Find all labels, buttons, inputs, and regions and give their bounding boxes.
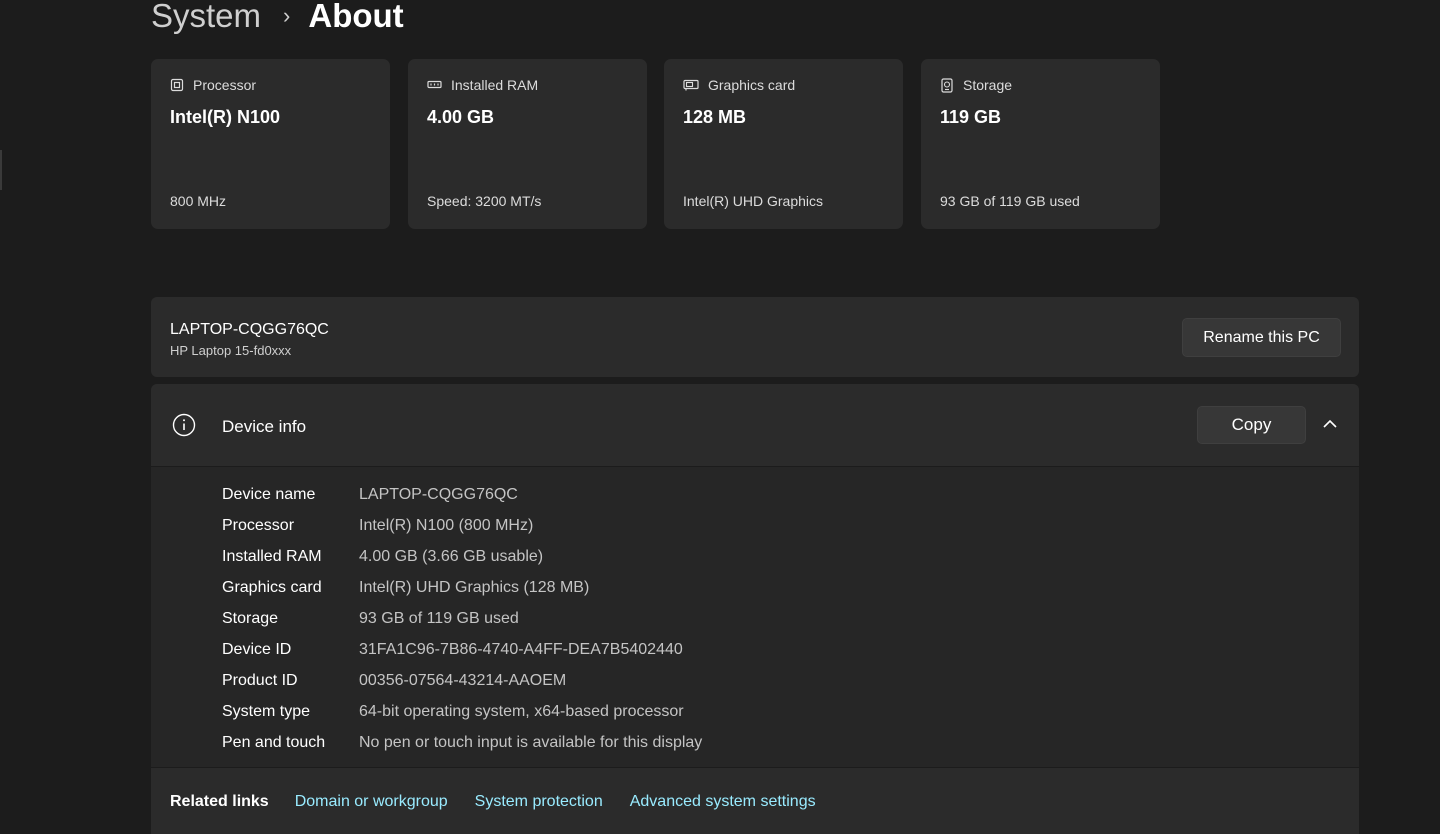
card-value: 119 GB [940, 107, 1002, 127]
chevron-up-icon[interactable] [1321, 416, 1339, 432]
settings-about-page: System › About Processor Intel(R) N100 8… [0, 0, 1440, 834]
system-protection-link[interactable]: System protection [475, 793, 603, 811]
info-label: Device ID [222, 640, 292, 658]
info-label: Graphics card [222, 578, 322, 596]
info-value: 93 GB of 119 GB used [359, 609, 519, 627]
storage-card: Storage 119 GB 93 GB of 119 GB used [921, 59, 1160, 229]
device-info-title: Device info [222, 417, 307, 436]
info-row-installed-ram: Installed RAM 4.00 GB (3.66 GB usable) [222, 541, 702, 572]
copy-button[interactable]: Copy [1197, 406, 1306, 444]
card-value: 4.00 GB [427, 107, 495, 127]
processor-icon [170, 78, 184, 92]
card-detail: Intel(R) UHD Graphics [683, 193, 824, 209]
card-header: Installed RAM [427, 77, 538, 93]
info-row-pen-and-touch: Pen and touch No pen or touch input is a… [222, 727, 702, 758]
advanced-system-settings-link[interactable]: Advanced system settings [630, 793, 816, 811]
ram-icon [427, 80, 442, 89]
card-detail: Speed: 3200 MT/s [427, 193, 542, 209]
window-edge [0, 150, 2, 190]
card-title: Processor [193, 77, 257, 93]
graphics-card-card: Graphics card 128 MB Intel(R) UHD Graphi… [664, 59, 903, 229]
info-row-system-type: System type 64-bit operating system, x64… [222, 696, 702, 727]
pc-model: HP Laptop 15-fd0xxx [170, 343, 292, 358]
card-header: Graphics card [683, 77, 795, 93]
info-value: 64-bit operating system, x64-based proce… [359, 702, 684, 720]
page-title: About [308, 0, 404, 34]
info-value: Intel(R) N100 (800 MHz) [359, 516, 534, 534]
domain-or-workgroup-link[interactable]: Domain or workgroup [295, 793, 448, 811]
device-info-list: Device name LAPTOP-CQGG76QC Processor In… [222, 479, 702, 758]
card-header: Storage [940, 77, 1012, 93]
related-links-label: Related links [170, 792, 269, 810]
graphics-card-icon [683, 79, 699, 91]
card-detail: 800 MHz [170, 193, 227, 209]
card-detail: 93 GB of 119 GB used [940, 193, 1080, 209]
card-title: Installed RAM [451, 77, 539, 93]
info-label: Product ID [222, 671, 298, 689]
info-value: Intel(R) UHD Graphics (128 MB) [359, 578, 590, 596]
card-title: Storage [963, 77, 1013, 93]
info-label: Device name [222, 485, 316, 503]
breadcrumb: System › About [151, 0, 404, 38]
info-row-device-id: Device ID 31FA1C96-7B86-4740-A4FF-DEA7B5… [222, 634, 702, 665]
info-label: Storage [222, 609, 279, 627]
info-label: Installed RAM [222, 547, 322, 565]
pc-name: LAPTOP-CQGG76QC [170, 321, 329, 338]
storage-icon [941, 77, 953, 93]
ram-card: Installed RAM 4.00 GB Speed: 3200 MT/s [408, 59, 647, 229]
info-row-device-name: Device name LAPTOP-CQGG76QC [222, 479, 702, 510]
info-value: LAPTOP-CQGG76QC [359, 485, 518, 503]
info-icon [172, 413, 196, 437]
info-row-product-id: Product ID 00356-07564-43214-AAOEM [222, 665, 702, 696]
info-label: Processor [222, 516, 295, 534]
info-label: Pen and touch [222, 733, 326, 751]
rename-pc-button[interactable]: Rename this PC [1182, 318, 1341, 357]
info-value: 00356-07564-43214-AAOEM [359, 671, 567, 689]
card-value: 128 MB [683, 107, 747, 127]
processor-card: Processor Intel(R) N100 800 MHz [151, 59, 390, 229]
info-label: System type [222, 702, 311, 720]
card-header: Processor [170, 77, 256, 93]
info-value: 4.00 GB (3.66 GB usable) [359, 547, 544, 565]
pc-name-bar: LAPTOP-CQGG76QC HP Laptop 15-fd0xxx Rena… [151, 297, 1359, 377]
info-value: No pen or touch input is available for t… [359, 733, 703, 751]
device-info-panel: Device info Copy Device name LAPTOP-CQGG… [151, 384, 1359, 834]
info-row-processor: Processor Intel(R) N100 (800 MHz) [222, 510, 702, 541]
info-row-storage: Storage 93 GB of 119 GB used [222, 603, 702, 634]
device-info-header[interactable]: Device info Copy [151, 384, 1359, 467]
related-links-bar: Related links Domain or workgroup System… [151, 767, 1359, 834]
breadcrumb-system[interactable]: System [151, 0, 261, 38]
info-value: 31FA1C96-7B86-4740-A4FF-DEA7B5402440 [359, 640, 683, 658]
card-value: Intel(R) N100 [170, 107, 281, 127]
card-title: Graphics card [708, 77, 796, 93]
breadcrumb-separator: › [283, 3, 291, 28]
info-row-graphics-card: Graphics card Intel(R) UHD Graphics (128… [222, 572, 702, 603]
